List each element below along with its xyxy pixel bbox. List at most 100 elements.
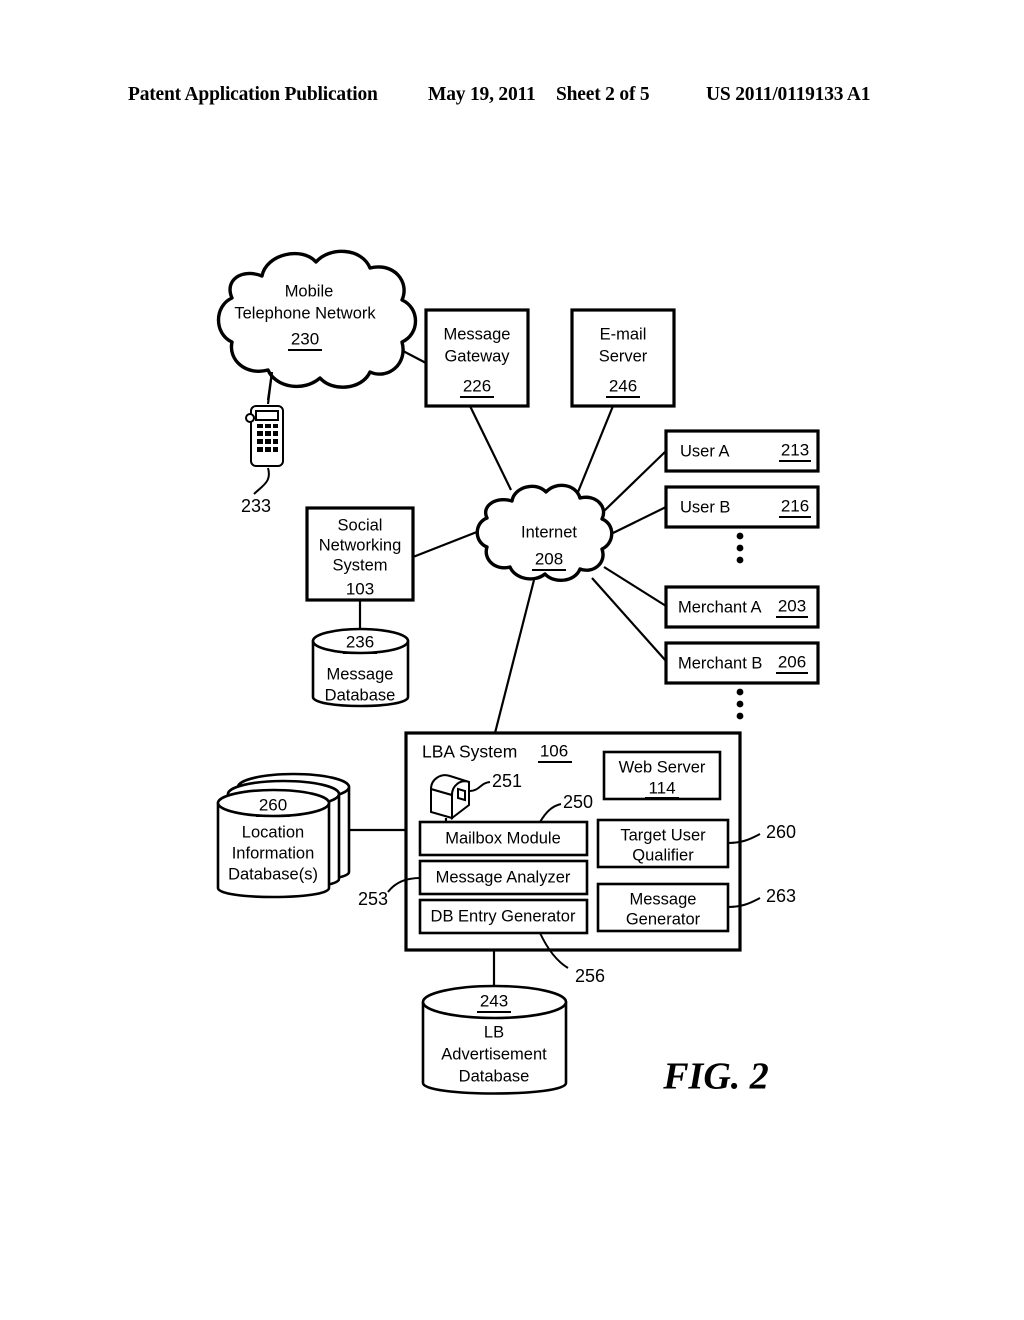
email-server-node[interactable]: E-mail Server 246 bbox=[570, 308, 676, 408]
device-keypad-key bbox=[273, 447, 278, 452]
device-keypad-key bbox=[265, 431, 271, 436]
internet-ref: 208 bbox=[535, 549, 563, 568]
merchant-b-node[interactable]: Merchant B 206 bbox=[664, 641, 820, 685]
internet-node[interactable]: Internet 208 bbox=[475, 483, 614, 582]
device-screen bbox=[255, 410, 279, 421]
connector-internet-to-lba-system bbox=[493, 579, 536, 734]
social-networking-system-node[interactable]: Social Networking System 103 bbox=[305, 506, 415, 602]
merchant-b-label: Merchant B bbox=[678, 654, 762, 672]
device-ref-leader bbox=[253, 467, 270, 495]
message-generator-label-line2: Generator bbox=[626, 910, 701, 928]
location-db-label-line2: Information bbox=[232, 844, 315, 862]
merchant-a-ref: 203 bbox=[778, 596, 806, 615]
mailbox-icon-ref: 251 bbox=[492, 771, 522, 791]
connector-email-server-to-internet bbox=[576, 405, 615, 493]
connector-internet-to-user-b bbox=[612, 506, 667, 534]
figure-caption: FIG. 2 bbox=[662, 1056, 769, 1098]
message-gateway-node[interactable]: Message Gateway 226 bbox=[424, 308, 530, 408]
mobile-network-ref: 230 bbox=[291, 329, 319, 348]
connector-internet-to-merchant-a bbox=[603, 566, 667, 607]
message-generator-label-line1: Message bbox=[630, 890, 697, 908]
device-keypad-key bbox=[265, 439, 271, 444]
location-information-database-node[interactable]: 260 Location Information Database(s) bbox=[216, 772, 351, 899]
lb-ad-database-ref: 243 bbox=[480, 991, 508, 1010]
merchant-b-ref: 206 bbox=[778, 652, 806, 671]
target-user-qualifier-node[interactable]: Target User Qualifier bbox=[596, 818, 730, 869]
merchant-a-node[interactable]: Merchant A 203 bbox=[664, 585, 820, 629]
user-b-label: User B bbox=[680, 498, 730, 516]
mailbox-module-node[interactable]: Mailbox Module bbox=[418, 820, 589, 857]
device-antenna bbox=[266, 371, 274, 405]
device-keypad-key bbox=[257, 439, 263, 444]
message-database-node[interactable]: 236 Message Database bbox=[311, 627, 410, 708]
connector-gateway-to-internet bbox=[469, 405, 512, 491]
user-b-node[interactable]: User B 216 bbox=[664, 485, 820, 529]
device-keypad-key bbox=[273, 431, 278, 436]
lb-ad-database-label-line1: LB bbox=[484, 1023, 504, 1041]
message-analyzer-node[interactable]: Message Analyzer bbox=[418, 859, 589, 896]
mobile-network-label-line2: Telephone Network bbox=[234, 304, 376, 322]
device-keypad-key bbox=[265, 424, 271, 428]
web-server-node[interactable]: Web Server 114 bbox=[602, 750, 722, 801]
merchants-ellipsis bbox=[736, 688, 744, 720]
user-a-label: User A bbox=[680, 442, 730, 460]
device-keypad-key bbox=[257, 431, 263, 436]
device-earpiece bbox=[245, 413, 255, 423]
email-server-label-line2: Server bbox=[599, 347, 648, 365]
location-db-ref: 260 bbox=[259, 795, 287, 814]
db-entry-generator-ref: 256 bbox=[575, 966, 605, 986]
message-database-ref: 236 bbox=[346, 632, 374, 651]
user-a-ref: 213 bbox=[781, 440, 809, 459]
message-generator-ref: 263 bbox=[766, 886, 796, 906]
sns-label-line1: Social bbox=[338, 516, 383, 534]
mailbox-module-label: Mailbox Module bbox=[445, 829, 561, 847]
device-keypad-key bbox=[265, 447, 271, 452]
message-gateway-ref: 226 bbox=[463, 376, 491, 395]
lba-system-ref: 106 bbox=[540, 741, 568, 760]
mobile-network-label-line1: Mobile bbox=[285, 282, 334, 300]
sns-label-line2: Networking bbox=[319, 536, 402, 554]
message-generator-node[interactable]: Message Generator bbox=[596, 882, 730, 933]
message-database-label-line2: Database bbox=[325, 686, 396, 704]
message-database-label-line1: Message bbox=[327, 665, 394, 683]
db-entry-generator-node[interactable]: DB Entry Generator bbox=[418, 898, 589, 935]
device-keypad-key bbox=[273, 424, 278, 428]
sns-label-line3: System bbox=[332, 556, 387, 574]
lba-system-label: LBA System bbox=[422, 742, 517, 762]
mobile-telephone-network-node[interactable]: Mobile Telephone Network 230 bbox=[216, 249, 418, 389]
web-server-label: Web Server bbox=[619, 758, 706, 776]
message-analyzer-label: Message Analyzer bbox=[436, 868, 571, 886]
lb-advertisement-database-node[interactable]: 243 LB Advertisement Database bbox=[421, 984, 568, 1095]
message-gateway-label-line1: Message bbox=[444, 325, 511, 343]
device-keypad-key bbox=[257, 447, 263, 452]
web-server-ref: 114 bbox=[648, 778, 675, 797]
figure-2-diagram: Mobile Telephone Network 230 233 Message… bbox=[216, 249, 820, 1098]
lba-system-container[interactable]: LBA System 106 251 Web Server 114 Mailbo… bbox=[358, 731, 796, 986]
email-server-ref: 246 bbox=[609, 376, 637, 395]
connector-internet-to-user-a bbox=[602, 450, 667, 513]
user-a-node[interactable]: User A 213 bbox=[664, 429, 820, 473]
device-ref: 233 bbox=[241, 496, 271, 516]
location-db-label-line1: Location bbox=[242, 823, 304, 841]
mailbox-module-ref: 250 bbox=[563, 792, 593, 812]
target-user-qualifier-label-line1: Target User bbox=[620, 826, 706, 844]
message-analyzer-ref: 253 bbox=[358, 889, 388, 909]
internet-label: Internet bbox=[521, 523, 577, 541]
email-server-label-line1: E-mail bbox=[600, 325, 647, 343]
user-b-ref: 216 bbox=[781, 496, 809, 515]
users-ellipsis bbox=[736, 532, 744, 564]
merchant-a-label: Merchant A bbox=[678, 598, 761, 616]
patent-figure-page: Patent Application Publication May 19, 2… bbox=[0, 0, 1024, 1320]
lb-ad-database-label-line2: Advertisement bbox=[441, 1045, 547, 1063]
message-gateway-label-line2: Gateway bbox=[444, 347, 510, 365]
mailbox-icon-flag bbox=[457, 787, 466, 802]
target-user-qualifier-ref: 260 bbox=[766, 822, 796, 842]
target-user-qualifier-label-line2: Qualifier bbox=[632, 846, 694, 864]
device-keypad-key bbox=[273, 439, 278, 444]
lb-ad-database-label-line3: Database bbox=[459, 1067, 530, 1085]
mobile-device-node[interactable]: 233 bbox=[241, 371, 284, 516]
db-entry-generator-label: DB Entry Generator bbox=[431, 907, 576, 925]
device-keypad-key bbox=[257, 424, 263, 428]
connector-internet-to-merchant-b bbox=[591, 577, 667, 662]
sns-ref: 103 bbox=[346, 579, 374, 598]
